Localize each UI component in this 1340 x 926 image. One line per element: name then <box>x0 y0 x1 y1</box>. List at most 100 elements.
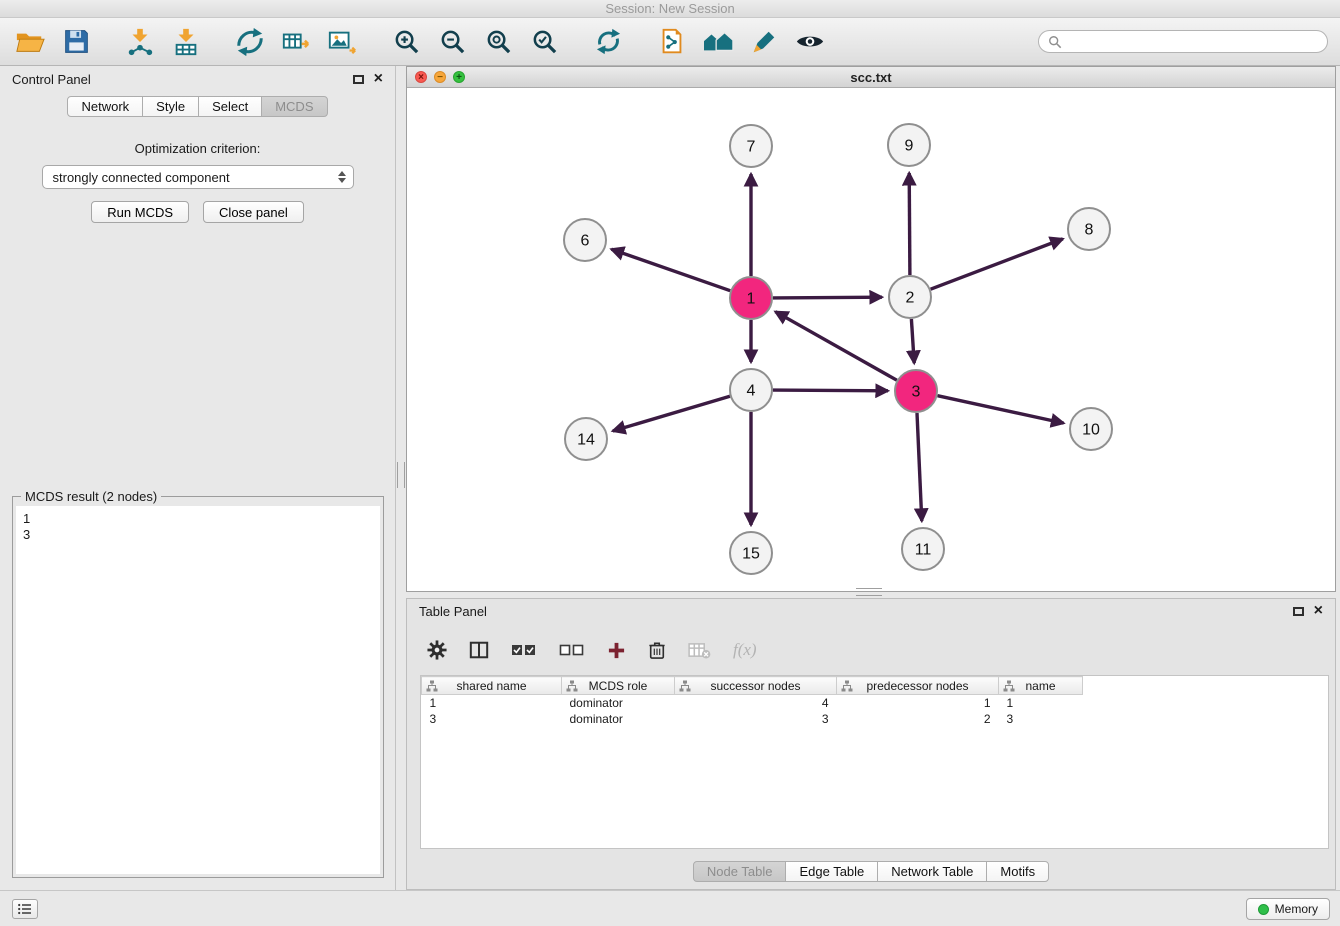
close-table-panel-icon[interactable]: × <box>1314 605 1323 617</box>
cell-mcds-role[interactable]: dominator <box>562 695 675 711</box>
mcds-result-list[interactable]: 1 3 <box>16 506 380 874</box>
cell-predecessor-nodes[interactable]: 2 <box>837 711 999 727</box>
graph-node-10[interactable]: 10 <box>1070 408 1112 450</box>
table-arrow-icon <box>281 27 311 57</box>
cell-name[interactable]: 1 <box>999 695 1083 711</box>
main-toolbar <box>0 18 1340 66</box>
show-graphics-details-button[interactable] <box>792 24 828 60</box>
graph-node-14[interactable]: 14 <box>565 418 607 460</box>
cell-shared-name[interactable]: 3 <box>422 711 562 727</box>
tab-motifs[interactable]: Motifs <box>986 861 1049 882</box>
graph-node-6[interactable]: 6 <box>564 219 606 261</box>
graph-node-3[interactable]: 3 <box>895 370 937 412</box>
graph-node-15[interactable]: 15 <box>730 532 772 574</box>
graph-edge-2-9[interactable] <box>909 173 910 275</box>
graph-edge-3-11[interactable] <box>917 413 922 521</box>
select-all-columns-button[interactable] <box>511 642 537 658</box>
import-table-button[interactable] <box>168 24 204 60</box>
unselect-all-columns-button[interactable] <box>559 642 585 658</box>
horizontal-splitter-handle[interactable] <box>856 588 882 596</box>
cell-shared-name[interactable]: 1 <box>422 695 562 711</box>
zoom-fit-button[interactable] <box>480 24 516 60</box>
new-network-button[interactable] <box>232 24 268 60</box>
column-header-predecessor-nodes[interactable]: predecessor nodes <box>837 677 999 695</box>
graph-edge-3-10[interactable] <box>938 396 1064 423</box>
export-image-button[interactable] <box>324 24 360 60</box>
delete-row-button[interactable] <box>648 640 666 660</box>
table-settings-button[interactable] <box>427 640 447 660</box>
column-header-name[interactable]: name <box>999 677 1083 695</box>
window-titlebar[interactable]: Session: New Session <box>0 0 1340 18</box>
vertical-splitter-handle[interactable] <box>397 462 405 488</box>
graph-node-4[interactable]: 4 <box>730 369 772 411</box>
apply-style-button[interactable] <box>746 24 782 60</box>
task-history-button[interactable] <box>12 899 38 919</box>
optimization-criterion-select[interactable]: strongly connected component <box>42 165 354 189</box>
toolbar-group-zoom <box>388 24 562 60</box>
tab-style[interactable]: Style <box>142 96 199 117</box>
trash-icon <box>648 640 666 660</box>
graph-edge-2-3[interactable] <box>911 319 914 363</box>
cell-predecessor-nodes[interactable]: 1 <box>837 695 999 711</box>
graph-edge-1-2[interactable] <box>773 297 882 298</box>
graph-node-1[interactable]: 1 <box>730 277 772 319</box>
zoom-selected-button[interactable] <box>526 24 562 60</box>
search-input[interactable] <box>1067 34 1318 49</box>
graph-edge-2-8[interactable] <box>931 239 1063 289</box>
graph-node-7[interactable]: 7 <box>730 125 772 167</box>
minimize-window-button[interactable]: − <box>434 71 446 83</box>
column-header-mcds-role[interactable]: MCDS role <box>562 677 675 695</box>
network-table-button[interactable] <box>278 24 314 60</box>
graph-node-8[interactable]: 8 <box>1068 208 1110 250</box>
graph-edge-3-1[interactable] <box>775 312 896 381</box>
home-view-button[interactable] <box>700 24 736 60</box>
clone-network-button[interactable] <box>654 24 690 60</box>
svg-text:15: 15 <box>742 546 760 563</box>
memory-button[interactable]: Memory <box>1246 898 1330 920</box>
column-type-icon <box>426 680 438 695</box>
graph-edge-1-6[interactable] <box>611 249 730 291</box>
close-window-button[interactable]: × <box>415 71 427 83</box>
tab-select[interactable]: Select <box>198 96 262 117</box>
add-row-button[interactable] <box>607 641 626 660</box>
open-file-button[interactable] <box>12 24 48 60</box>
tab-edge-table[interactable]: Edge Table <box>785 861 878 882</box>
column-header-shared-name[interactable]: shared name <box>422 677 562 695</box>
table-row[interactable]: 3 dominator 3 2 3 <box>422 711 1329 727</box>
cell-mcds-role[interactable]: dominator <box>562 711 675 727</box>
network-canvas[interactable]: 7 9 6 8 1 2 4 3 14 10 15 11 <box>407 88 1335 591</box>
run-mcds-button[interactable]: Run MCDS <box>91 201 189 223</box>
tab-network[interactable]: Network <box>67 96 143 117</box>
tab-mcds[interactable]: MCDS <box>261 96 327 117</box>
float-table-panel-icon[interactable] <box>1293 607 1304 616</box>
tab-network-table[interactable]: Network Table <box>877 861 987 882</box>
cell-name[interactable]: 3 <box>999 711 1083 727</box>
graph-node-9[interactable]: 9 <box>888 124 930 166</box>
apply-function-button[interactable]: f(x) <box>733 640 757 660</box>
network-window-titlebar[interactable]: × − + scc.txt <box>407 67 1335 88</box>
zoom-window-button[interactable]: + <box>453 71 465 83</box>
cell-successor-nodes[interactable]: 3 <box>675 711 837 727</box>
close-panel-icon[interactable]: × <box>374 73 383 85</box>
zoom-out-button[interactable] <box>434 24 470 60</box>
refresh-network-button[interactable] <box>590 24 626 60</box>
float-panel-icon[interactable] <box>353 75 364 84</box>
list-icon <box>18 903 32 915</box>
graph-edge-4-3[interactable] <box>773 390 888 391</box>
save-session-button[interactable] <box>58 24 94 60</box>
graph-edge-4-14[interactable] <box>613 396 730 431</box>
window-traffic-lights: × − + <box>415 71 465 83</box>
svg-text:11: 11 <box>915 542 932 559</box>
table-row[interactable]: 1 dominator 4 1 1 <box>422 695 1329 711</box>
graph-node-2[interactable]: 2 <box>889 276 931 318</box>
zoom-in-button[interactable] <box>388 24 424 60</box>
tab-node-table[interactable]: Node Table <box>693 861 787 882</box>
search-field[interactable] <box>1038 30 1328 53</box>
close-mcds-panel-button[interactable]: Close panel <box>203 201 304 223</box>
graph-node-11[interactable]: 11 <box>902 528 944 570</box>
cell-successor-nodes[interactable]: 4 <box>675 695 837 711</box>
delete-table-button[interactable] <box>688 642 711 659</box>
show-columns-button[interactable] <box>469 640 489 660</box>
column-header-successor-nodes[interactable]: successor nodes <box>675 677 837 695</box>
import-network-button[interactable] <box>122 24 158 60</box>
